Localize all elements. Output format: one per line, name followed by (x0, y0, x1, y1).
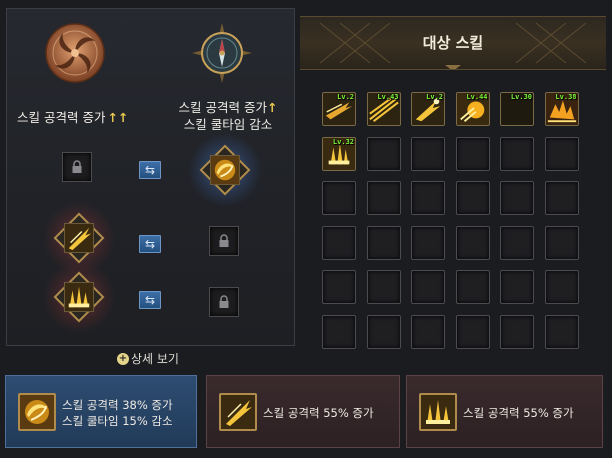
empty-skill-slot[interactable] (500, 314, 534, 349)
rune-option-panel: 스킬 공격력 증가 ↑↑ 스킬 공격력 증가↑ 스킬 쿨타임 감소 ⇆ ⇆ ⇆ (6, 8, 295, 346)
skill-level-badge: Lv.44 (466, 93, 488, 101)
detail-view-label: 상세 보기 (131, 352, 179, 366)
empty-skill-slot[interactable] (500, 270, 534, 304)
target-skill-panel: 대상 스킬 Lv.2 Lv.43 Lv.2 Lv.44 Lv.30 Lv.38 Lv.32 (300, 8, 606, 352)
skill-level-badge: Lv.32 (332, 137, 354, 146)
zoom-in-icon: + (117, 352, 129, 365)
detail-view-link[interactable]: + 상세 보기 (117, 350, 179, 367)
card-line1: 스킬 공격력 55% 증가 (263, 405, 374, 420)
empty-skill-slot[interactable] (322, 314, 356, 349)
swap-button[interactable]: ⇆ (139, 161, 161, 179)
option-card-text: 스킬 공격력 55% 증가 (463, 376, 574, 449)
locked-slot (209, 287, 239, 317)
empty-skill-slot[interactable] (455, 136, 490, 171)
card-line2: 스킬 쿨타임 15% 감소 (62, 413, 173, 428)
skill-wind-orb-icon (18, 393, 56, 431)
empty-skill-slot[interactable] (411, 136, 445, 171)
skill-level-badge: Lv.2 (426, 93, 443, 101)
skill-slot[interactable]: Lv.32 (322, 136, 356, 171)
increase-arrow-icon: ↑ (266, 100, 278, 115)
skill-level-badge: Lv.38 (555, 93, 577, 101)
empty-skill-slot[interactable] (544, 181, 579, 215)
skill-slot[interactable]: Lv.38 (544, 92, 579, 126)
empty-skill-slot[interactable] (544, 136, 579, 171)
swirl-emblem-icon (45, 23, 105, 83)
panel-title: 대상 스킬 (422, 34, 484, 52)
empty-skill-slot[interactable] (411, 270, 445, 304)
increase-arrows-icon: ↑↑ (107, 110, 129, 125)
empty-skill-slot[interactable] (455, 314, 490, 349)
empty-skill-slot[interactable] (411, 225, 445, 260)
empty-skill-slot[interactable] (366, 181, 401, 215)
locked-slot (209, 226, 239, 256)
skill-rising-icon (64, 282, 94, 312)
empty-skill-slot[interactable] (322, 181, 356, 215)
empty-skill-slot[interactable] (366, 270, 401, 304)
swap-button[interactable]: ⇆ (139, 291, 161, 309)
option-a-text: 스킬 공격력 증가 (17, 110, 106, 125)
skill-slash-icon (64, 223, 94, 253)
rune-slot-active[interactable] (42, 201, 116, 275)
skill-slot[interactable]: Lv.2 (411, 92, 445, 126)
empty-skill-slot[interactable] (455, 270, 490, 304)
option-b-line1: 스킬 공격력 증가 (178, 100, 267, 115)
option-b-label: 스킬 공격력 증가↑ 스킬 쿨타임 감소 (163, 99, 293, 133)
empty-skill-slot[interactable] (544, 225, 579, 260)
skill-level-badge: Lv.30 (510, 93, 532, 101)
skill-slot[interactable]: Lv.44 (455, 92, 490, 126)
empty-skill-slot[interactable] (322, 225, 356, 260)
option-card-text: 스킬 공격력 55% 증가 (263, 376, 374, 449)
skill-level-badge: Lv.43 (377, 93, 399, 101)
option-card-text: 스킬 공격력 38% 증가 스킬 쿨타임 15% 감소 (62, 376, 173, 449)
empty-skill-slot[interactable] (322, 270, 356, 304)
empty-skill-slot[interactable] (455, 225, 490, 260)
option-card-selected[interactable]: 스킬 공격력 38% 증가 스킬 쿨타임 15% 감소 (5, 375, 197, 448)
empty-skill-slot[interactable] (455, 181, 490, 215)
empty-skill-slot[interactable] (411, 314, 445, 349)
option-a-label: 스킬 공격력 증가 ↑↑ (17, 107, 157, 126)
skill-rising-icon (419, 393, 457, 431)
skill-grid: Lv.2 Lv.43 Lv.2 Lv.44 Lv.30 Lv.38 Lv.32 (322, 92, 579, 349)
skill-slash-icon (219, 393, 257, 431)
skill-slot[interactable]: Lv.43 (366, 92, 401, 126)
skill-wind-orb-icon (210, 155, 240, 185)
swap-button[interactable]: ⇆ (139, 235, 161, 253)
empty-skill-slot[interactable] (366, 225, 401, 260)
skill-level-badge: Lv.2 (337, 93, 354, 101)
empty-skill-slot[interactable] (366, 136, 401, 171)
card-line1: 스킬 공격력 55% 증가 (463, 405, 574, 420)
skill-slot[interactable]: Lv.30 (500, 92, 534, 126)
empty-skill-slot[interactable] (544, 270, 579, 304)
option-card[interactable]: 스킬 공격력 55% 증가 (206, 375, 400, 448)
empty-skill-slot[interactable] (544, 314, 579, 349)
title-bar: 대상 스킬 (300, 16, 606, 70)
locked-slot (62, 152, 92, 182)
empty-skill-slot[interactable] (500, 136, 534, 171)
empty-skill-slot[interactable] (366, 314, 401, 349)
rune-slot-selected[interactable] (188, 133, 262, 207)
lock-icon (72, 160, 82, 173)
empty-skill-slot[interactable] (500, 225, 534, 260)
compass-emblem-icon (192, 23, 252, 83)
lock-icon (219, 295, 229, 308)
lock-icon (219, 234, 229, 247)
card-line1: 스킬 공격력 38% 증가 (62, 397, 173, 412)
rune-slot-active[interactable] (42, 260, 116, 334)
option-card[interactable]: 스킬 공격력 55% 증가 (406, 375, 603, 448)
option-b-line2: 스킬 쿨타임 감소 (183, 117, 273, 132)
empty-skill-slot[interactable] (500, 181, 534, 215)
empty-skill-slot[interactable] (411, 181, 445, 215)
skill-slot[interactable]: Lv.2 (322, 92, 356, 126)
